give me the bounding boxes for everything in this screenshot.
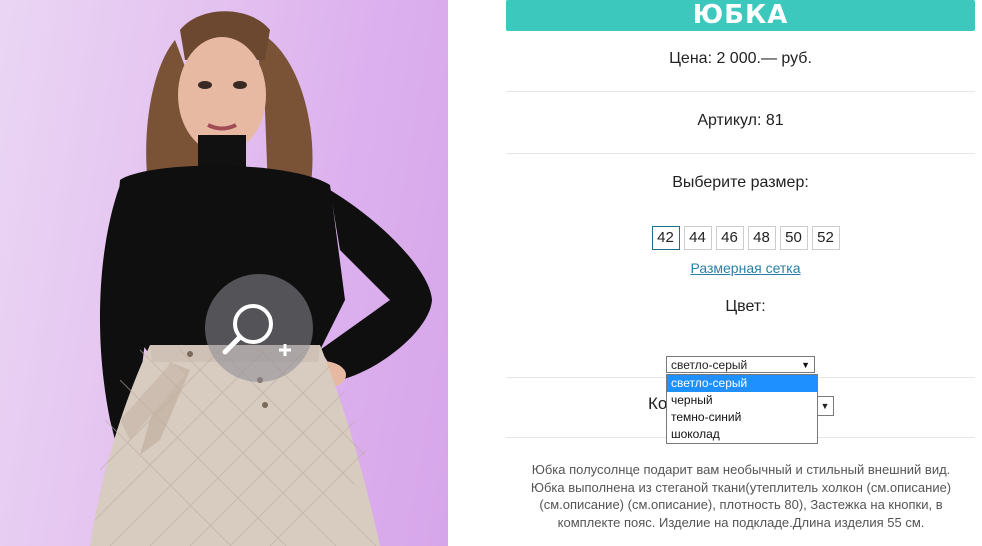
chevron-down-icon: ▼: [801, 360, 810, 370]
product-price: Цена: 2 000.— руб.: [669, 50, 812, 67]
size-chart-link[interactable]: Размерная сетка: [516, 260, 975, 298]
color-option-black[interactable]: черный: [667, 392, 817, 409]
size-option-48[interactable]: 48: [747, 226, 776, 250]
color-option-chocolate[interactable]: шоколад: [667, 426, 817, 443]
color-option-light-gray[interactable]: светло-серый: [667, 375, 817, 392]
color-option-navy[interactable]: темно-синий: [667, 409, 817, 426]
size-option-44[interactable]: 44: [683, 226, 712, 250]
size-selector: 42 44 46 48 50 52: [516, 226, 975, 260]
model-illustration: [90, 11, 432, 546]
color-select[interactable]: светло-серый ▼: [666, 356, 815, 373]
product-title: ЮБКА: [506, 0, 975, 31]
color-dropdown-list: светло-серый черный темно-синий шоколад: [666, 374, 818, 444]
zoom-in-icon: [222, 304, 291, 356]
color-label: Цвет:: [725, 298, 766, 315]
product-description: Юбка полусолнце подарит вам необычный и …: [530, 462, 952, 530]
size-option-52[interactable]: 52: [811, 226, 840, 250]
size-option-46[interactable]: 46: [715, 226, 744, 250]
size-label: Выберите размер:: [672, 174, 809, 191]
product-panel: ЮБКА Цена: 2 000.— руб. Артикул: 81 Выбе…: [506, 0, 975, 530]
quantity-select-arrow[interactable]: ▼: [816, 396, 834, 416]
chevron-down-icon: ▼: [820, 401, 830, 411]
quantity-label: Ко: [648, 394, 668, 413]
size-option-50[interactable]: 50: [779, 226, 808, 250]
zoom-button[interactable]: [205, 274, 313, 382]
size-option-42[interactable]: 42: [651, 226, 680, 250]
product-photo[interactable]: [0, 0, 448, 546]
product-sku: Артикул: 81: [697, 112, 784, 129]
color-select-value: светло-серый: [671, 358, 748, 372]
